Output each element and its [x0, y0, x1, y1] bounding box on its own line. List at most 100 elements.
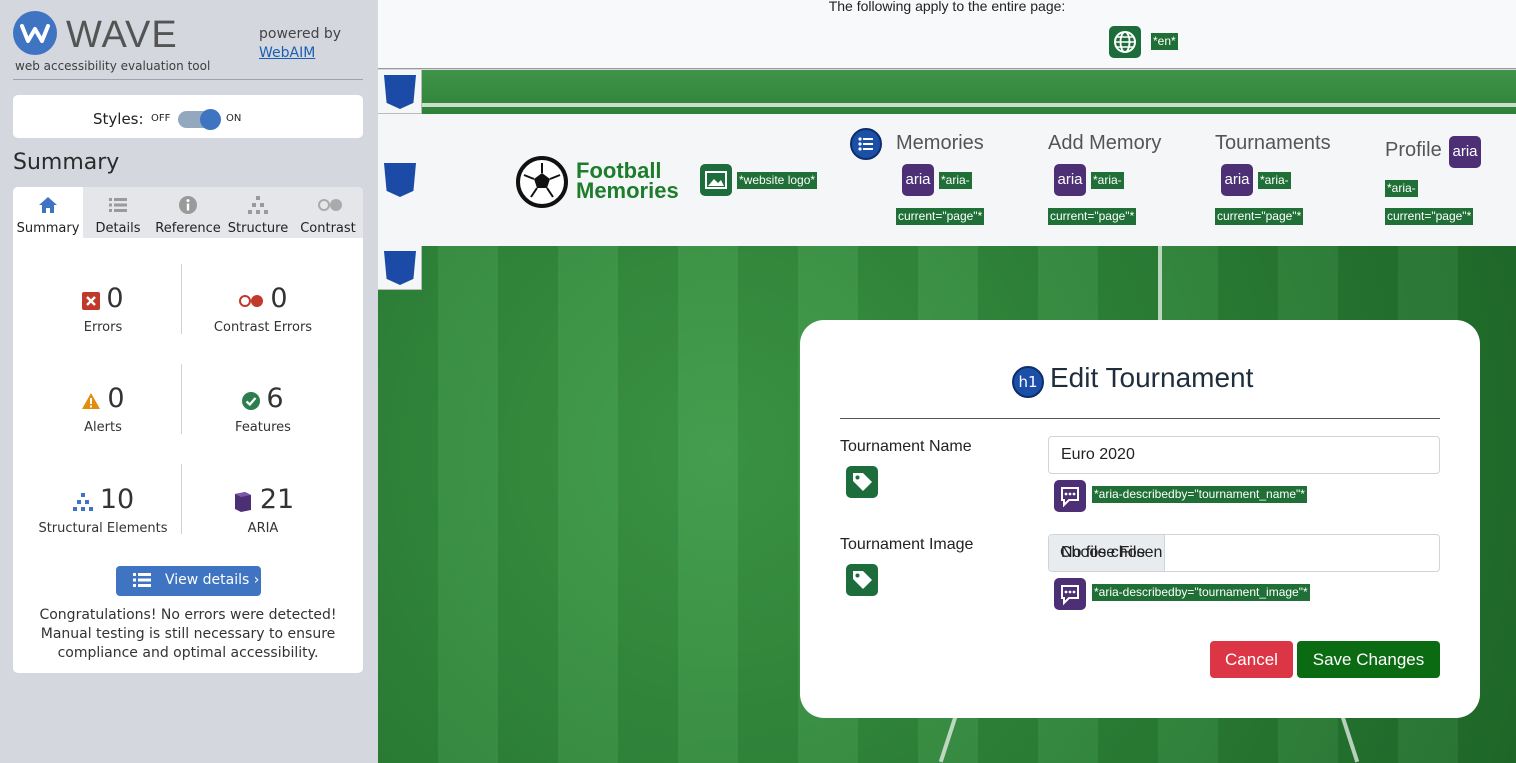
aria-current-tag: current="page"* [1215, 208, 1304, 225]
list-icon [133, 573, 151, 587]
aria-icon[interactable]: aria [1449, 136, 1481, 168]
tab-label: Reference [155, 221, 221, 236]
summary-heading: Summary [13, 150, 120, 175]
aria-current-tag: current="page"* [1385, 208, 1474, 225]
tournament-name-label: Tournament Name [840, 438, 972, 455]
view-details-label: View details › [165, 572, 260, 588]
tab-reference[interactable]: Reference [153, 187, 223, 238]
structure-icon [247, 195, 269, 215]
tab-bar: Summary Details Reference Structure Cont… [13, 187, 363, 238]
features-count: 6 [266, 383, 284, 414]
styles-label: Styles: [93, 110, 144, 128]
features-label: Features [235, 420, 291, 435]
banner-text: The following apply to the entire page: [828, 0, 1066, 14]
aria-current-tag: *aria- [939, 172, 972, 189]
language-globe-icon[interactable] [1109, 26, 1141, 58]
contrast-errors-label: Contrast Errors [213, 320, 313, 335]
structure-icon [72, 492, 94, 516]
tournament-name-input[interactable]: Euro 2020 [1048, 436, 1440, 474]
page-title: Edit Tournament [1050, 362, 1254, 393]
home-icon [37, 195, 59, 215]
wave-tagline: web accessibility evaluation tool [15, 59, 211, 73]
styles-off-label: OFF [151, 113, 171, 124]
styles-on-label: ON [226, 113, 242, 124]
nav-profile[interactable]: Profile [1385, 139, 1442, 162]
aria-describedby-icon[interactable] [1054, 480, 1086, 512]
tab-structure[interactable]: Structure [223, 187, 293, 238]
summary-panel: Summary Details Reference Structure Cont… [13, 187, 363, 673]
tab-label: Summary [16, 221, 80, 236]
logo-alt-tag: *website logo* [737, 172, 818, 189]
main-landmark-icon[interactable] [378, 246, 422, 290]
header-landmark-icon[interactable] [378, 70, 422, 114]
lang-tag: *en* [1151, 33, 1178, 50]
save-changes-button[interactable]: Save Changes [1297, 641, 1440, 678]
aria-describedby-icon[interactable] [1054, 578, 1086, 610]
linked-image-icon[interactable] [700, 164, 732, 196]
edit-tournament-card: h1 Edit Tournament Tournament Name Euro … [800, 320, 1480, 718]
sidebar-divider [13, 79, 363, 80]
nav-add-memory[interactable]: Add Memory [1048, 132, 1161, 155]
no-file-text: No file chosen [1061, 544, 1163, 561]
cancel-button[interactable]: Cancel [1210, 641, 1293, 678]
describedby-name-tag: *aria-describedby="tournament_name"* [1092, 486, 1307, 503]
wave-brand: WAVE [66, 14, 178, 56]
contrast-errors-count: 0 [270, 283, 288, 314]
aria-current-tag: *aria- [1385, 180, 1418, 197]
tab-details[interactable]: Details [83, 187, 153, 238]
field-image-strip [378, 70, 1516, 114]
feature-check-icon [242, 391, 261, 414]
list-structure-icon[interactable] [850, 128, 882, 160]
aria-count: 21 [259, 484, 295, 515]
list-icon [107, 195, 129, 215]
stat-aria[interactable]: 21 ARIA [178, 484, 348, 536]
contrast-error-icon [238, 293, 264, 312]
title-divider [840, 418, 1440, 419]
errors-count: 0 [106, 283, 124, 314]
aria-cube-icon [232, 491, 254, 517]
page-banner: The following apply to the entire page: … [378, 0, 1516, 69]
aria-icon[interactable]: aria [1221, 164, 1253, 196]
tab-contrast[interactable]: Contrast [293, 187, 363, 238]
powered-by-text: powered by [259, 26, 342, 42]
wave-logo-icon [13, 11, 57, 55]
tournament-image-file-input[interactable]: Choose File No file chosen [1048, 534, 1440, 572]
stat-errors[interactable]: 0 Errors [18, 283, 188, 335]
aria-icon[interactable]: aria [902, 164, 934, 196]
error-icon [82, 291, 101, 314]
tab-label: Contrast [300, 221, 356, 236]
h1-heading-icon[interactable]: h1 [1012, 366, 1044, 398]
nav-memories[interactable]: Memories [896, 132, 984, 155]
webaim-link[interactable]: WebAIM [259, 45, 315, 61]
pitch-line [938, 716, 958, 763]
nav-landmark-icon[interactable] [378, 158, 422, 202]
stat-alerts[interactable]: 0 Alerts [18, 383, 188, 435]
tab-label: Details [95, 221, 141, 236]
evaluated-page: The following apply to the entire page: … [378, 0, 1516, 763]
stat-features[interactable]: 6 Features [178, 383, 348, 435]
brand-line-2: Memories [576, 178, 679, 203]
view-details-button[interactable]: View details › [116, 566, 261, 596]
nav-tournaments[interactable]: Tournaments [1215, 132, 1331, 155]
congrats-message: Congratulations! No errors were detected… [39, 607, 337, 661]
label-tag-icon[interactable] [846, 564, 878, 596]
structural-label: Structural Elements [38, 521, 168, 536]
tab-summary[interactable]: Summary [13, 187, 83, 238]
stat-structural[interactable]: 10 Structural Elements [18, 484, 188, 536]
aria-current-tag: current="page"* [1048, 208, 1137, 225]
structural-count: 10 [99, 484, 135, 515]
tab-label: Structure [227, 221, 289, 236]
errors-label: Errors [83, 320, 123, 335]
football-logo-icon[interactable] [516, 156, 568, 208]
wave-sidebar: WAVE web accessibility evaluation tool p… [0, 0, 378, 763]
tournament-name-value: Euro 2020 [1061, 446, 1135, 463]
describedby-image-tag: *aria-describedby="tournament_image"* [1092, 584, 1310, 601]
stat-contrast-errors[interactable]: 0 Contrast Errors [178, 283, 348, 335]
styles-toggle-box: Styles: OFF ON [13, 95, 363, 138]
styles-toggle-knob[interactable] [200, 109, 221, 130]
label-tag-icon[interactable] [846, 466, 878, 498]
pitch-line [1158, 246, 1162, 326]
aria-current-tag: *aria- [1258, 172, 1291, 189]
aria-icon[interactable]: aria [1054, 164, 1086, 196]
alert-icon [81, 392, 101, 414]
